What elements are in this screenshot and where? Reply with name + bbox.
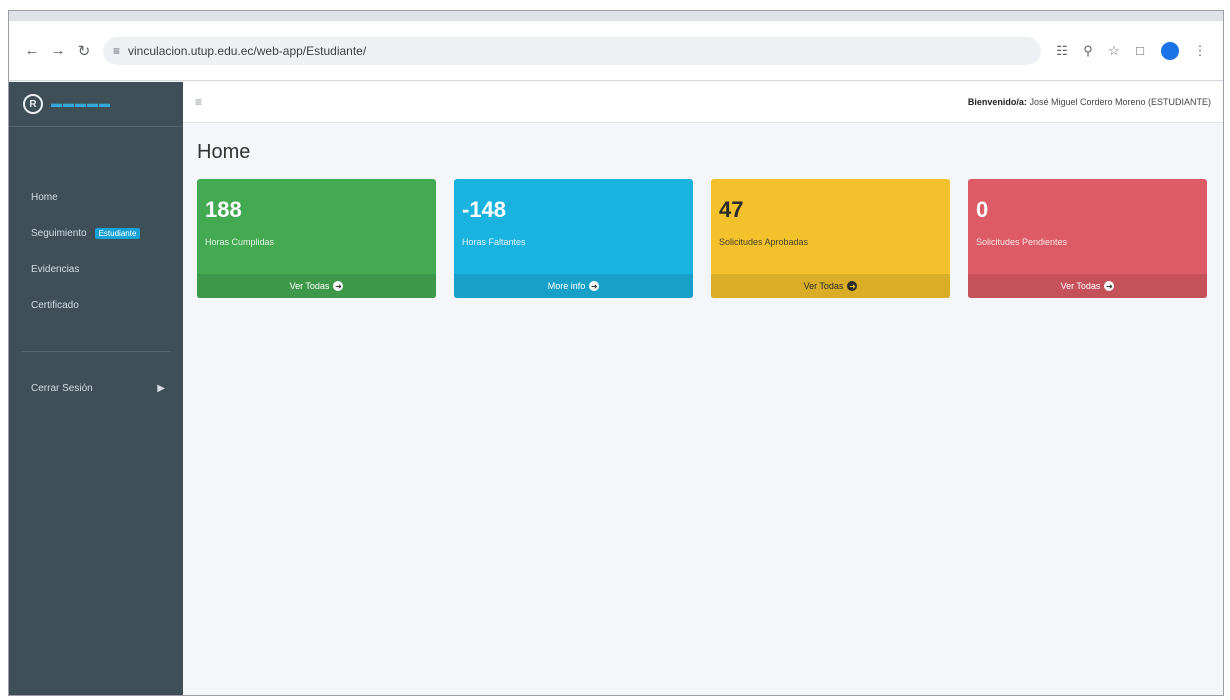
bookmark-star-icon[interactable]: ☆ bbox=[1101, 43, 1127, 59]
url-text: vinculacion.utup.edu.ec/web-app/Estudian… bbox=[128, 43, 367, 58]
reload-icon[interactable]: ↻ bbox=[71, 42, 97, 60]
arrow-circle-right-icon: ➜ bbox=[589, 281, 600, 291]
footer-label: Ver Todas bbox=[803, 281, 844, 291]
hamburger-menu-icon[interactable]: ≡ bbox=[195, 95, 202, 109]
sidebar-divider bbox=[21, 351, 171, 352]
stat-value: 188 bbox=[205, 197, 242, 222]
stat-label: Solicitudes Pendientes bbox=[976, 237, 1068, 247]
back-icon[interactable]: ← bbox=[19, 42, 45, 59]
extensions-icon[interactable]: □ bbox=[1127, 43, 1153, 58]
brand-logo-text: ▬▬▬▬▬ bbox=[51, 98, 111, 110]
stat-footer-link[interactable]: More info ➜ bbox=[454, 274, 693, 298]
sidebar-nav: Home Seguimiento Estudiante Evidencias C… bbox=[9, 127, 183, 406]
zoom-icon[interactable]: ⚲ bbox=[1075, 43, 1101, 59]
tab-strip bbox=[9, 11, 1223, 21]
stat-value: -148 bbox=[462, 197, 507, 222]
site-info-icon[interactable]: ≡ bbox=[113, 44, 120, 58]
menu-kebab-icon[interactable]: ⋮ bbox=[1187, 43, 1213, 59]
sidebar-item-certificado[interactable]: Certificado bbox=[9, 287, 183, 323]
logout-label: Cerrar Sesión bbox=[31, 382, 93, 394]
profile-avatar[interactable] bbox=[1161, 41, 1179, 60]
logout-link[interactable]: Cerrar Sesión ▶ bbox=[9, 370, 183, 406]
stat-value: 47 bbox=[719, 197, 744, 222]
arrow-circle-right-icon: ➜ bbox=[847, 281, 858, 291]
web-app: R ▬▬▬▬▬ Home Seguimiento Estudiante Evid… bbox=[9, 82, 1223, 695]
stat-card-pending-requests: 0 Solicitudes Pendientes Ver Todas ➜ bbox=[968, 179, 1207, 298]
sidebar: R ▬▬▬▬▬ Home Seguimiento Estudiante Evid… bbox=[9, 82, 183, 695]
stat-card-hours-completed: 188 Horas Cumplidas Ver Todas ➜ bbox=[197, 179, 436, 298]
logout-icon: ▶ bbox=[157, 382, 165, 394]
sidebar-item-label: Home bbox=[31, 191, 58, 203]
address-bar[interactable]: ≡ vinculacion.utup.edu.ec/web-app/Estudi… bbox=[103, 36, 1041, 65]
welcome-message: Bienvenido/a: José Miguel Cordero Moreno… bbox=[968, 97, 1211, 107]
top-bar: ≡ Bienvenido/a: José Miguel Cordero More… bbox=[183, 82, 1223, 123]
footer-label: Ver Todas bbox=[289, 281, 330, 291]
stat-label: Horas Faltantes bbox=[462, 237, 526, 247]
stat-card-hours-remaining: -148 Horas Faltantes More info ➜ bbox=[454, 179, 693, 298]
stat-label: Horas Cumplidas bbox=[205, 237, 275, 247]
sidebar-item-label: Seguimiento bbox=[31, 227, 87, 239]
forward-icon[interactable]: → bbox=[45, 42, 71, 59]
stat-footer-link[interactable]: Ver Todas ➜ bbox=[197, 274, 436, 298]
stat-card-approved-requests: 47 Solicitudes Aprobadas Ver Todas ➜ bbox=[711, 179, 950, 298]
arrow-circle-right-icon: ➜ bbox=[333, 281, 344, 291]
sidebar-item-seguimiento[interactable]: Seguimiento Estudiante bbox=[9, 215, 183, 251]
arrow-circle-right-icon: ➜ bbox=[1104, 281, 1115, 291]
footer-label: Ver Todas bbox=[1060, 281, 1101, 291]
brand[interactable]: R ▬▬▬▬▬ bbox=[9, 82, 183, 127]
page-title: Home bbox=[197, 141, 251, 163]
browser-toolbar: ← → ↻ ≡ vinculacion.utup.edu.ec/web-app/… bbox=[9, 21, 1223, 81]
sidebar-item-label: Evidencias bbox=[31, 263, 80, 275]
footer-label: More info bbox=[547, 281, 586, 291]
translate-icon[interactable]: ☷ bbox=[1049, 43, 1075, 59]
role-badge: Estudiante bbox=[94, 227, 141, 239]
welcome-user: José Miguel Cordero Moreno (ESTUDIANTE) bbox=[1029, 97, 1211, 107]
welcome-prefix: Bienvenido/a: bbox=[967, 97, 1027, 107]
stat-cards: 188 Horas Cumplidas Ver Todas ➜ -148 Hor… bbox=[183, 169, 1223, 298]
browser-window: ← → ↻ ≡ vinculacion.utup.edu.ec/web-app/… bbox=[8, 10, 1224, 696]
main-content: ≡ Bienvenido/a: José Miguel Cordero More… bbox=[183, 82, 1223, 695]
stat-label: Solicitudes Aprobadas bbox=[719, 237, 809, 247]
sidebar-item-evidencias[interactable]: Evidencias bbox=[9, 251, 183, 287]
stat-footer-link[interactable]: Ver Todas ➜ bbox=[968, 274, 1207, 298]
sidebar-item-label: Certificado bbox=[31, 299, 79, 311]
stat-footer-link[interactable]: Ver Todas ➜ bbox=[711, 274, 950, 298]
brand-logo-icon: R bbox=[23, 94, 43, 114]
sidebar-item-home[interactable]: Home bbox=[9, 179, 183, 215]
stat-value: 0 bbox=[976, 197, 989, 222]
